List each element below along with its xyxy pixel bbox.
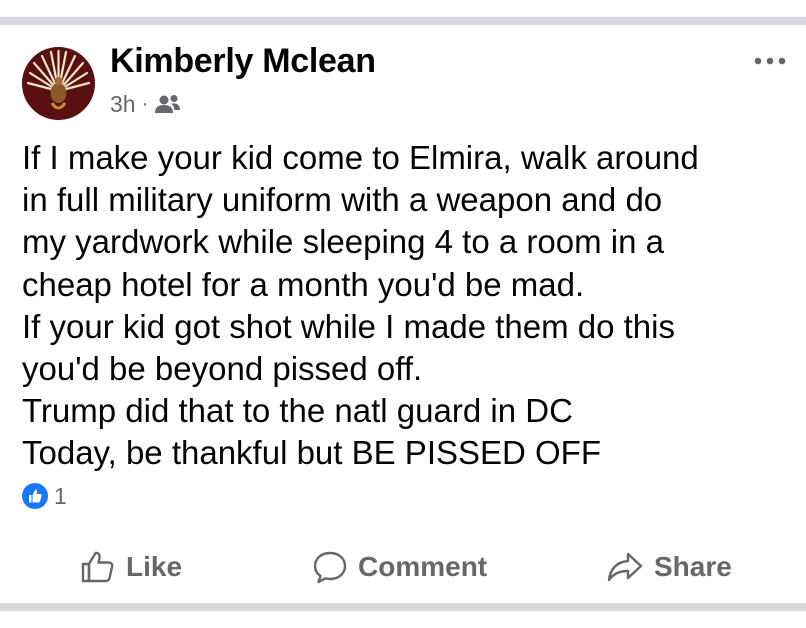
post-text-line: If I make your kid come to Elmira, walk …: [22, 139, 699, 176]
avatar-image: [22, 47, 95, 120]
post-text-line: cheap hotel for a month you'd be mad.: [22, 265, 585, 303]
comment-label: Comment: [358, 551, 488, 582]
more-options-icon[interactable]: [752, 55, 788, 67]
avatar[interactable]: [22, 47, 95, 120]
thumbs-up-icon: [81, 551, 114, 583]
meta-separator: ·: [141, 92, 149, 115]
friends-icon[interactable]: [154, 94, 181, 114]
like-button[interactable]: Like: [80, 542, 182, 592]
post-text-line: Today, be thankful but BE PISSED OFF: [22, 434, 601, 472]
post-action-bar: Like Comment Share: [0, 542, 806, 592]
share-button[interactable]: Share: [606, 542, 732, 592]
reaction-count: 1: [54, 482, 67, 509]
post-text-line: Trump did that to the natl guard in DC: [22, 392, 573, 430]
post-text-line: If your kid got shot while I made them d…: [22, 307, 675, 345]
feed-divider-bottom: [0, 603, 806, 611]
post-author-name[interactable]: Kimberly Mclean: [110, 42, 376, 81]
post-text-line: in full military uniform with a weapon a…: [22, 181, 663, 219]
comment-bubble-icon: [313, 551, 347, 584]
like-reaction-icon: [22, 483, 48, 509]
share-arrow-icon: [607, 552, 643, 582]
reaction-summary[interactable]: 1: [22, 481, 67, 511]
post-timestamp[interactable]: 3h: [110, 91, 136, 118]
feed-post: Kimberly Mclean 3h · If I make your kid …: [0, 25, 806, 603]
feed-divider-top: [0, 17, 806, 25]
like-label: Like: [126, 551, 183, 582]
post-body: If I make your kid come to Elmira, walk …: [22, 137, 792, 475]
post-text-line: you'd be beyond pissed off.: [22, 350, 423, 388]
share-label: Share: [654, 551, 732, 582]
comment-button[interactable]: Comment: [312, 542, 487, 592]
post-meta: 3h ·: [110, 91, 181, 117]
post-text-line: my yardwork while sleeping 4 to a room i…: [22, 223, 664, 261]
